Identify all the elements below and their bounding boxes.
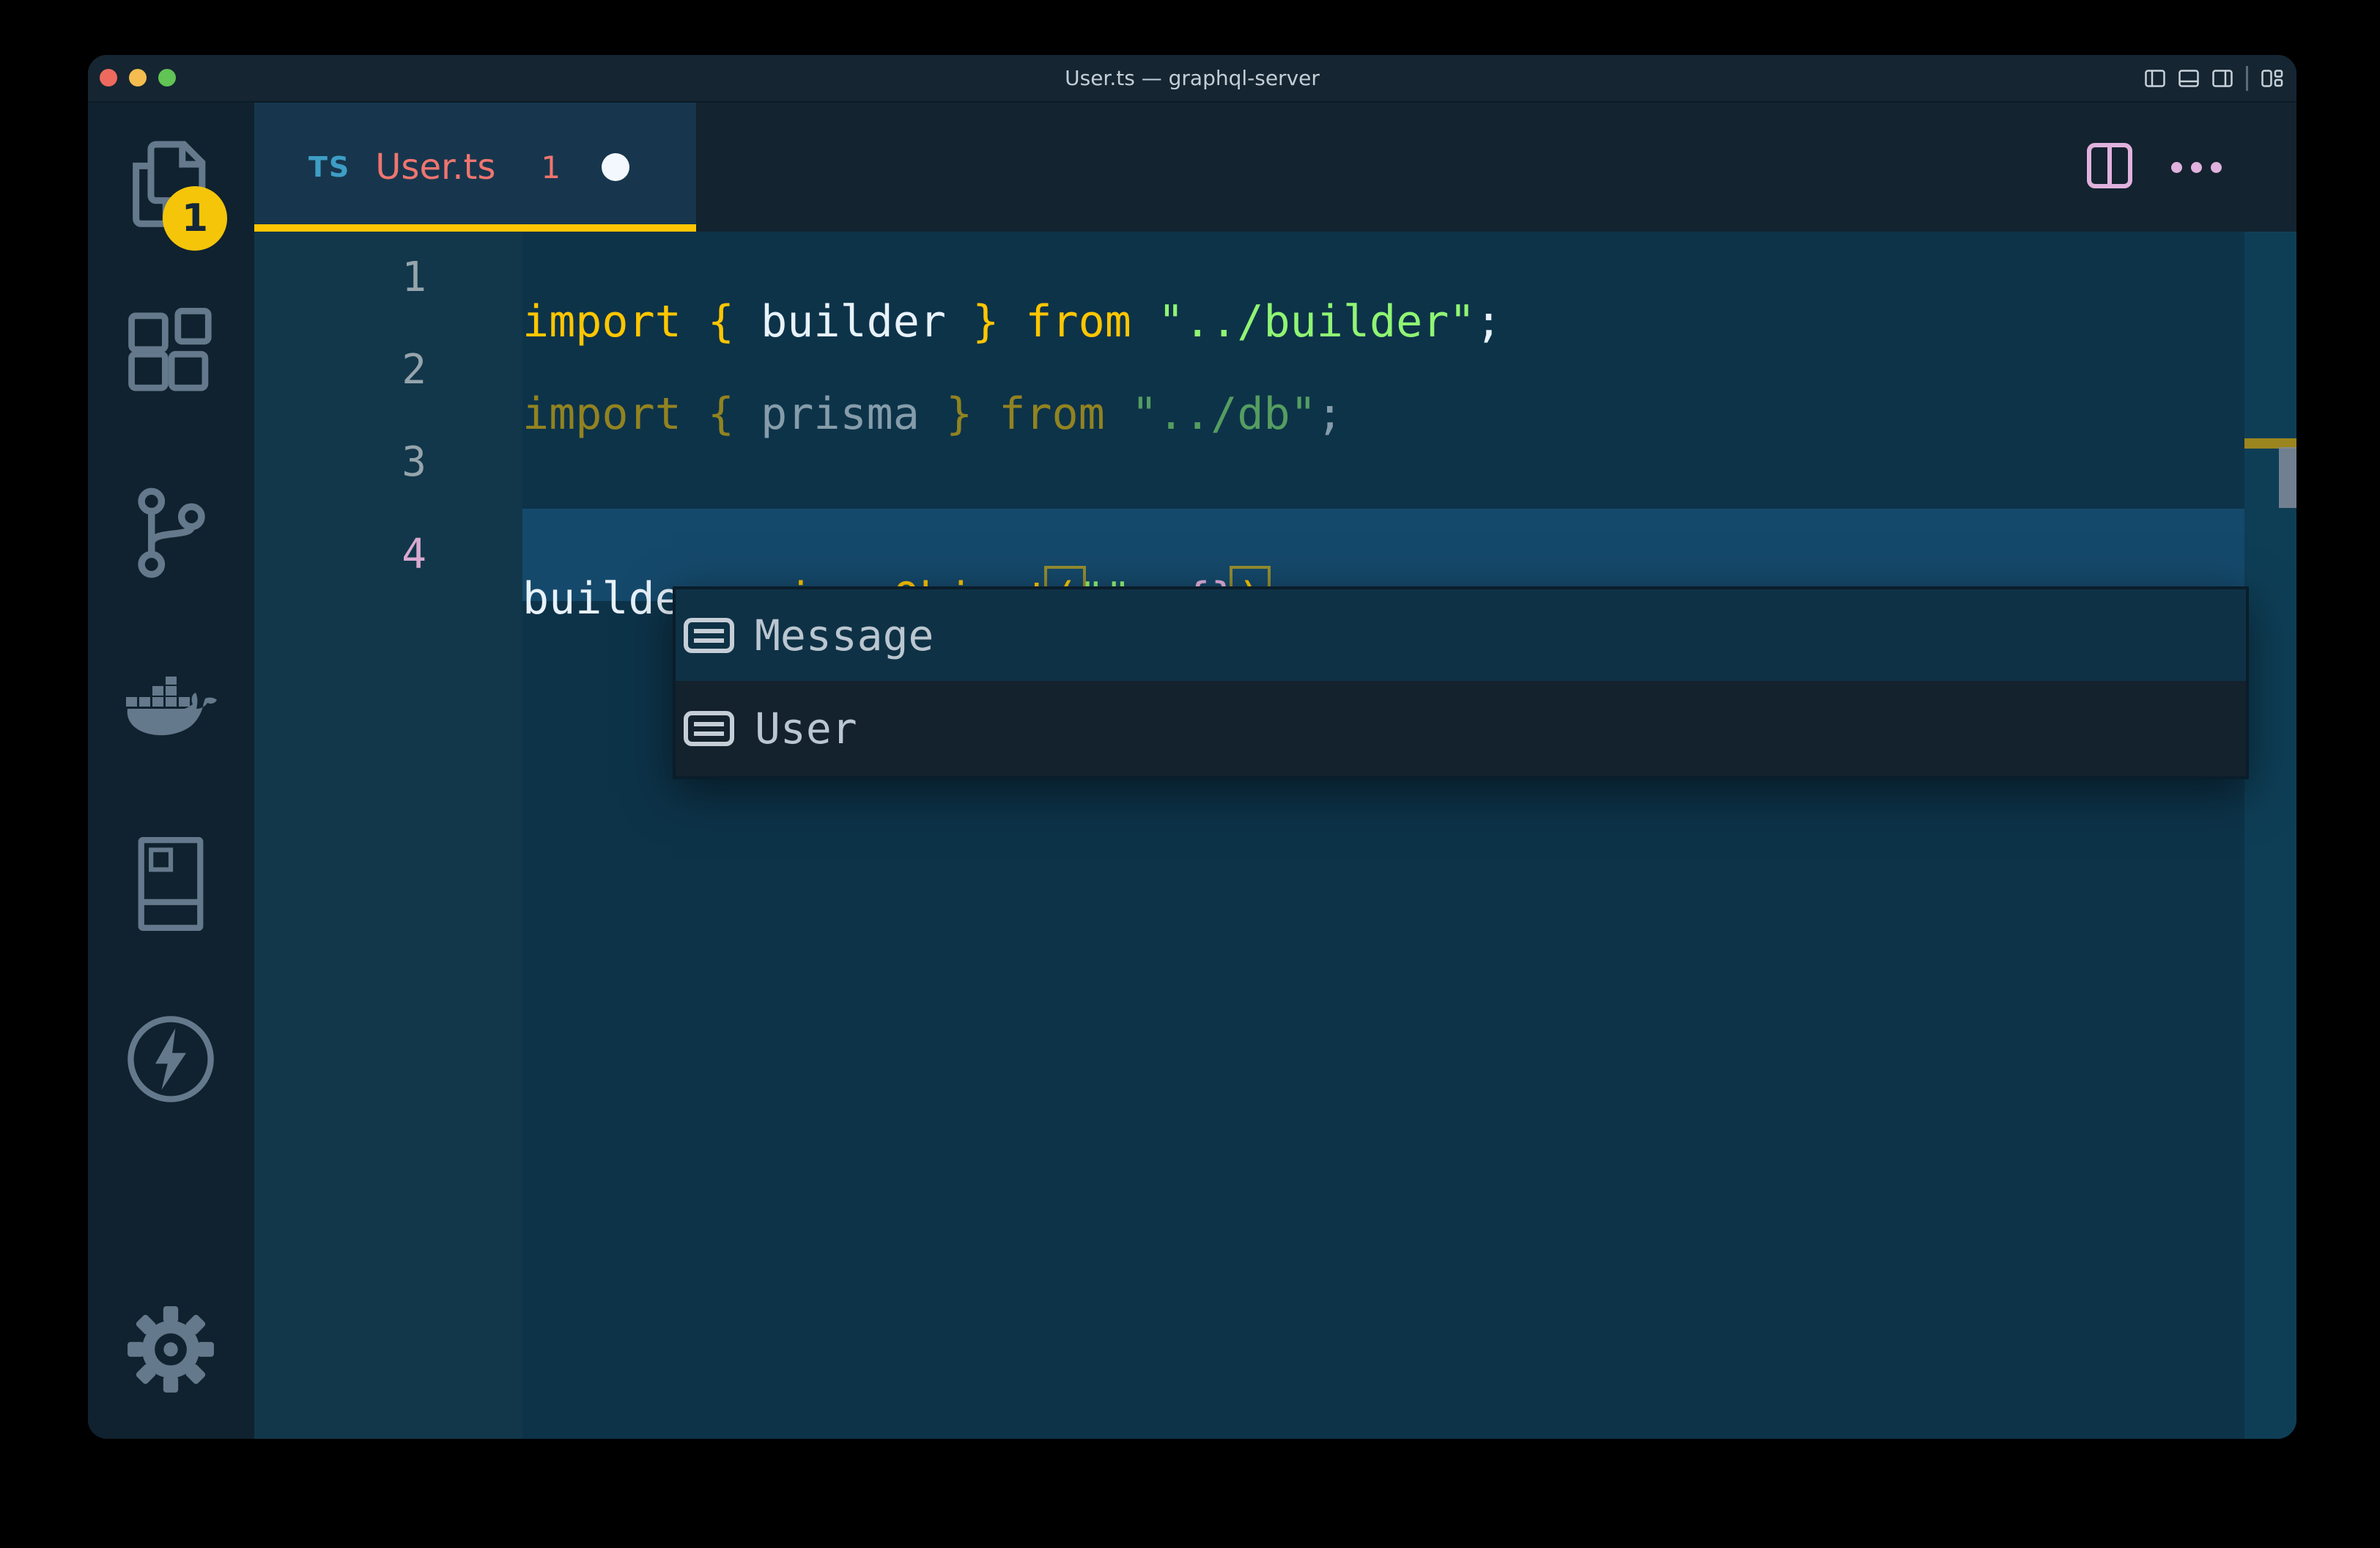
code-line[interactable]: 1 import { builder } from "../builder"; xyxy=(254,232,2296,324)
symbol-constant-icon xyxy=(684,711,734,746)
suggest-item[interactable]: Message xyxy=(676,589,2246,681)
symbol-constant-icon xyxy=(684,618,734,653)
tab-filename: User.ts xyxy=(375,147,495,188)
tab-bar: TS User.ts 1 xyxy=(254,103,2296,232)
scrollbar-slider[interactable] xyxy=(2279,447,2296,508)
toggle-primary-sidebar-icon[interactable] xyxy=(2145,70,2165,87)
tab-user-ts[interactable]: TS User.ts 1 xyxy=(254,103,696,232)
more-actions-icon[interactable] xyxy=(2171,162,2222,173)
overview-ruler xyxy=(2244,232,2296,1439)
toggle-secondary-sidebar-icon[interactable] xyxy=(2212,70,2233,87)
editor-actions xyxy=(2086,103,2222,232)
line-number[interactable]: 3 xyxy=(254,416,426,509)
vscode-window: User.ts — graphql-server xyxy=(88,55,2296,1439)
screenshot-stage: User.ts — graphql-server xyxy=(0,0,2380,1548)
explorer-badge: 1 xyxy=(163,186,227,251)
toggle-panel-icon[interactable] xyxy=(2178,70,2199,87)
title-bar: User.ts — graphql-server xyxy=(88,55,2296,103)
tab-problem-count: 1 xyxy=(541,150,561,185)
titlebar-separator xyxy=(2246,66,2248,91)
line-number[interactable]: 1 xyxy=(254,232,426,324)
activity-bar: 1 xyxy=(88,103,254,1439)
modified-dot-icon[interactable] xyxy=(602,153,629,181)
code-area[interactable]: 1 import { builder } from "../builder"; … xyxy=(254,232,2296,601)
customize-layout-icon[interactable] xyxy=(2261,70,2283,87)
source-control-icon[interactable] xyxy=(136,487,206,582)
line-number[interactable]: 4 xyxy=(254,509,426,601)
suggest-label: Message xyxy=(755,611,934,660)
suggest-label: User xyxy=(755,704,857,753)
settings-gear-icon[interactable] xyxy=(125,1303,217,1398)
code-line[interactable]: 3 xyxy=(254,416,2296,509)
code-line[interactable]: 2 import { prisma } from "../db"; xyxy=(254,324,2296,416)
titlebar-layout-controls xyxy=(2145,55,2283,101)
thunder-client-icon[interactable] xyxy=(125,1013,217,1108)
editor-pane[interactable]: 1 import { builder } from "../builder"; … xyxy=(254,232,2296,1439)
suggest-widget: Message User xyxy=(673,586,2249,779)
line-number[interactable]: 2 xyxy=(254,324,426,416)
active-tab-underline xyxy=(254,224,696,232)
extensions-icon[interactable] xyxy=(127,308,215,399)
split-editor-icon[interactable] xyxy=(2086,142,2133,192)
window-title: User.ts — graphql-server xyxy=(88,55,2296,101)
docker-icon[interactable] xyxy=(125,677,217,745)
suggest-item[interactable]: User xyxy=(676,681,2246,776)
database-container-icon[interactable] xyxy=(138,837,204,934)
ts-language-badge: TS xyxy=(308,151,350,183)
